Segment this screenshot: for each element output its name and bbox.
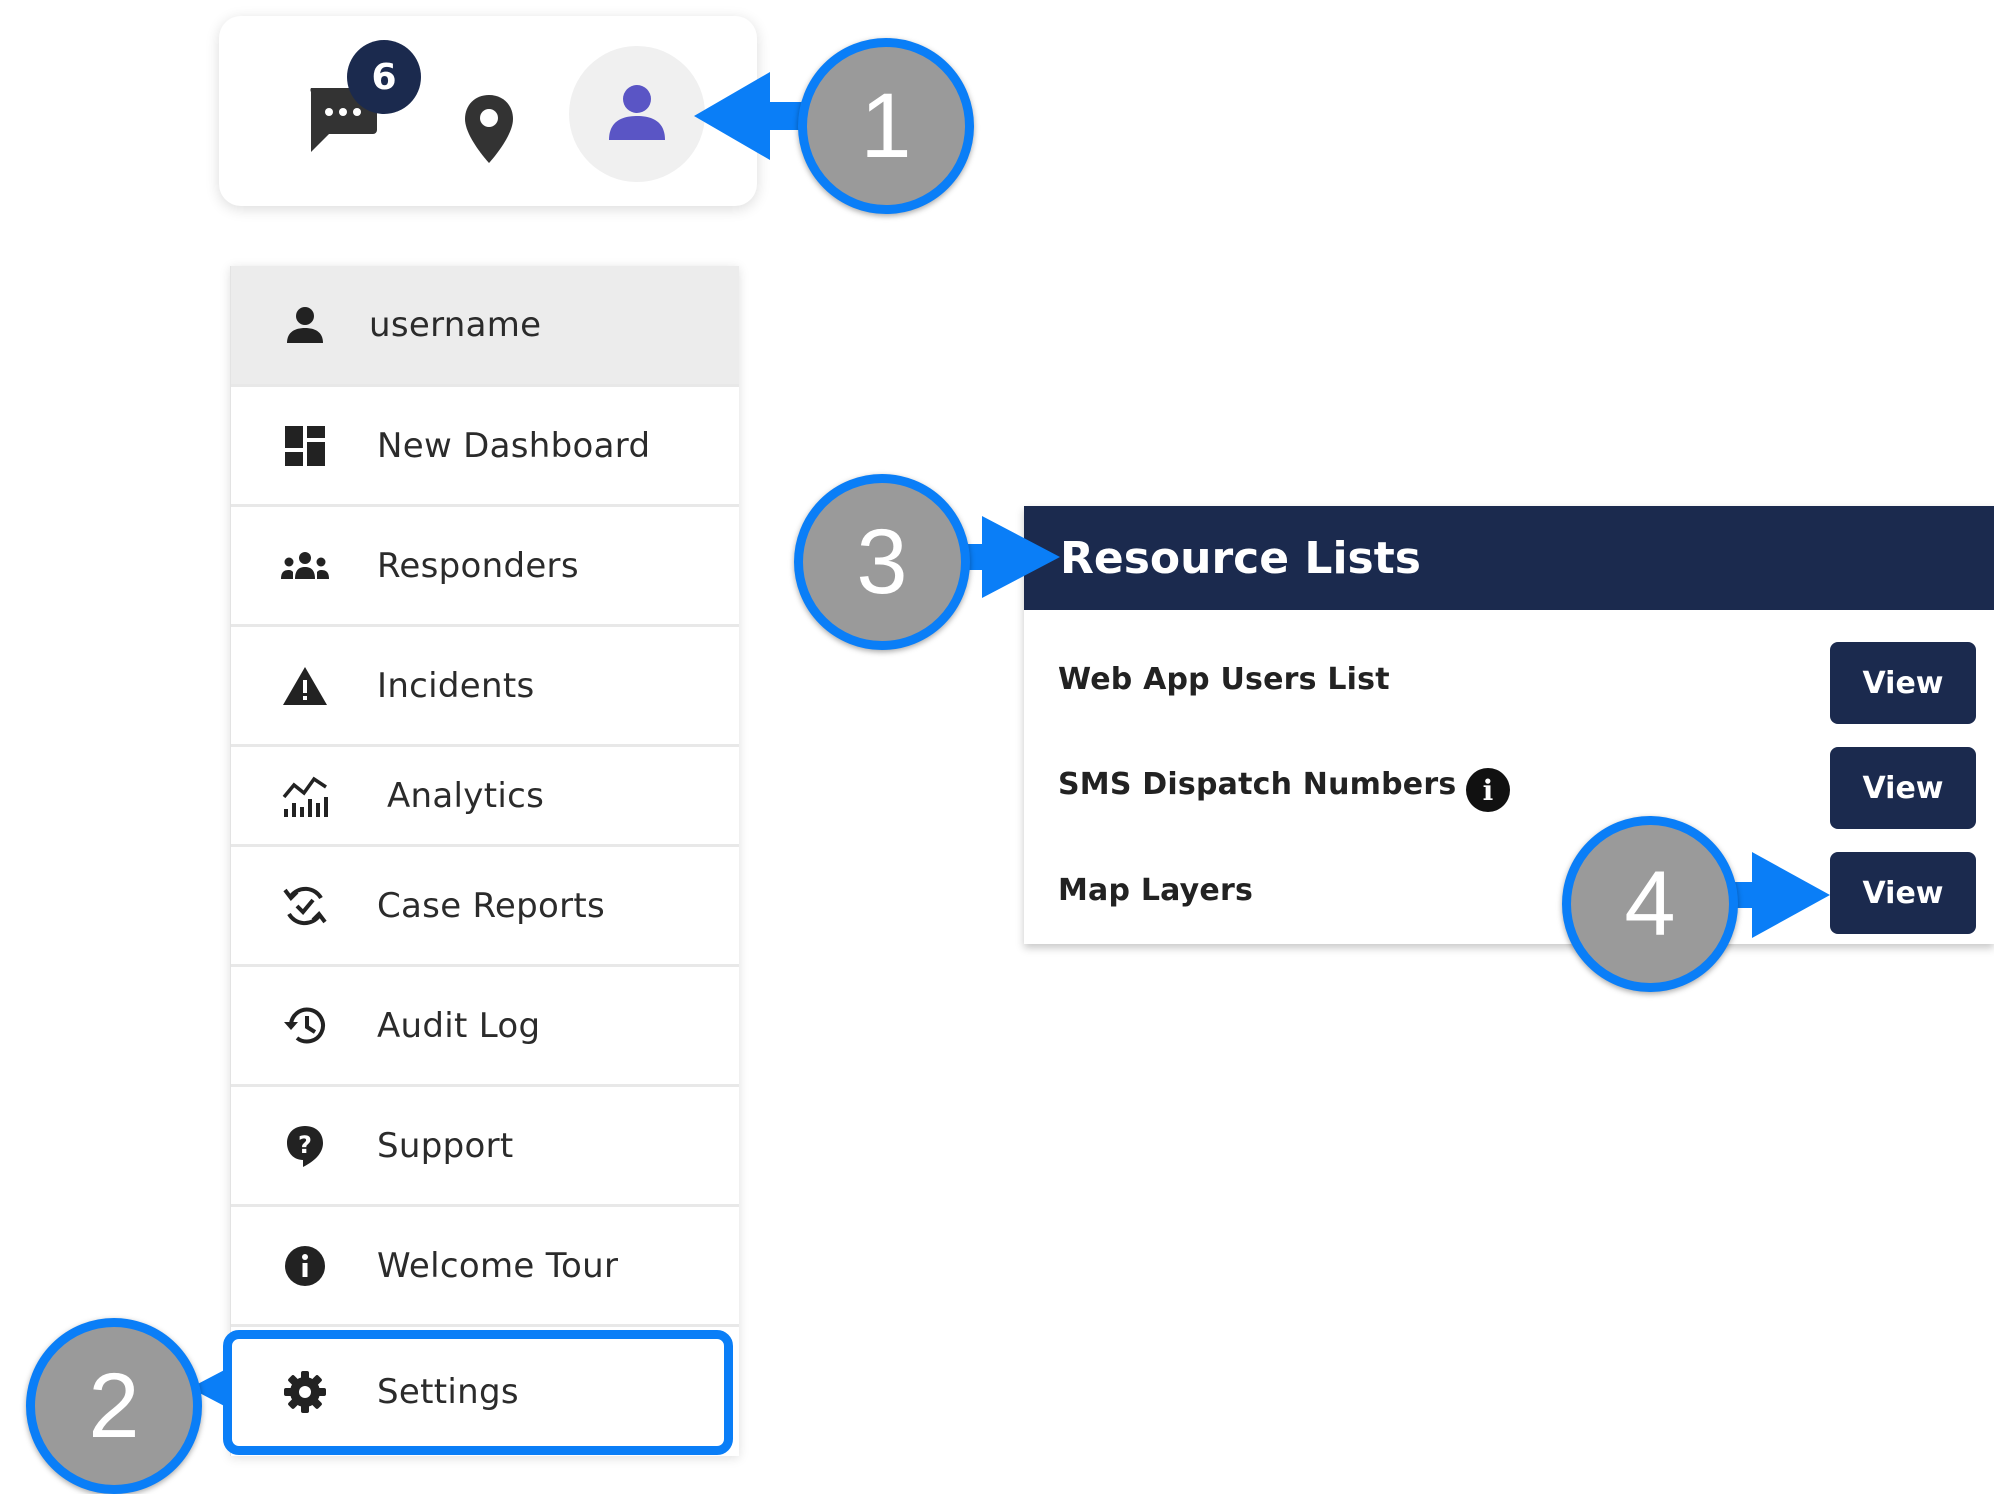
menu-item-audit-log[interactable]: Audit Log	[231, 967, 739, 1087]
analytics-icon	[277, 768, 333, 824]
menu-item-label: Analytics	[387, 775, 545, 816]
history-icon	[277, 998, 333, 1054]
person-icon	[605, 82, 669, 146]
menu-item-label: Welcome Tour	[377, 1245, 619, 1286]
resource-lists-panel: Resource Lists Web App Users List View S…	[1024, 506, 1994, 944]
menu-item-incidents[interactable]: Incidents	[231, 627, 739, 747]
help-icon: ?	[277, 1118, 333, 1174]
menu-item-new-dashboard[interactable]: New Dashboard	[231, 387, 739, 507]
menu-item-label: New Dashboard	[377, 425, 651, 466]
profile-button[interactable]	[569, 46, 705, 182]
panel-title: Resource Lists	[1024, 506, 1994, 610]
callout-3: 3	[794, 474, 970, 650]
menu-item-analytics[interactable]: Analytics	[231, 747, 739, 847]
menu-item-welcome-tour[interactable]: Welcome Tour	[231, 1207, 739, 1327]
top-toolbar: 6	[219, 16, 757, 206]
menu-item-label: Incidents	[377, 665, 535, 706]
menu-item-responders[interactable]: Responders	[231, 507, 739, 627]
menu-item-username[interactable]: username	[231, 266, 739, 387]
dashboard-icon	[277, 418, 333, 474]
user-menu: username New Dashboard Responders Incide…	[230, 266, 739, 1456]
callout-4: 4	[1562, 816, 1738, 992]
menu-item-label: Audit Log	[377, 1005, 541, 1046]
menu-item-support[interactable]: ? Support	[231, 1087, 739, 1207]
row-label-map-layers: Map Layers	[1058, 873, 1254, 908]
menu-item-case-reports[interactable]: Case Reports	[231, 847, 739, 967]
menu-item-label: Support	[377, 1125, 514, 1166]
callout-1: 1	[798, 38, 974, 214]
view-map-layers-button[interactable]: View	[1830, 852, 1976, 934]
callout-2: 2	[26, 1318, 202, 1494]
svg-text:?: ?	[298, 1131, 312, 1159]
view-web-app-users-button[interactable]: View	[1830, 642, 1976, 724]
warning-icon	[277, 658, 333, 714]
group-icon	[277, 538, 333, 594]
row-label-sms-dispatch: SMS Dispatch Numbers	[1058, 767, 1457, 802]
menu-item-label: Case Reports	[377, 885, 606, 926]
sync-check-icon	[277, 878, 333, 934]
chat-badge: 6	[347, 40, 421, 114]
view-sms-dispatch-button[interactable]: View	[1830, 747, 1976, 829]
row-label-web-app-users: Web App Users List	[1058, 662, 1390, 697]
menu-item-label: Responders	[377, 545, 579, 586]
map-pin-icon[interactable]	[459, 84, 519, 174]
menu-item-label: username	[369, 305, 542, 345]
info-icon[interactable]: i	[1466, 768, 1510, 812]
settings-highlight	[223, 1330, 733, 1455]
info-icon	[277, 1238, 333, 1294]
person-icon	[277, 297, 333, 353]
